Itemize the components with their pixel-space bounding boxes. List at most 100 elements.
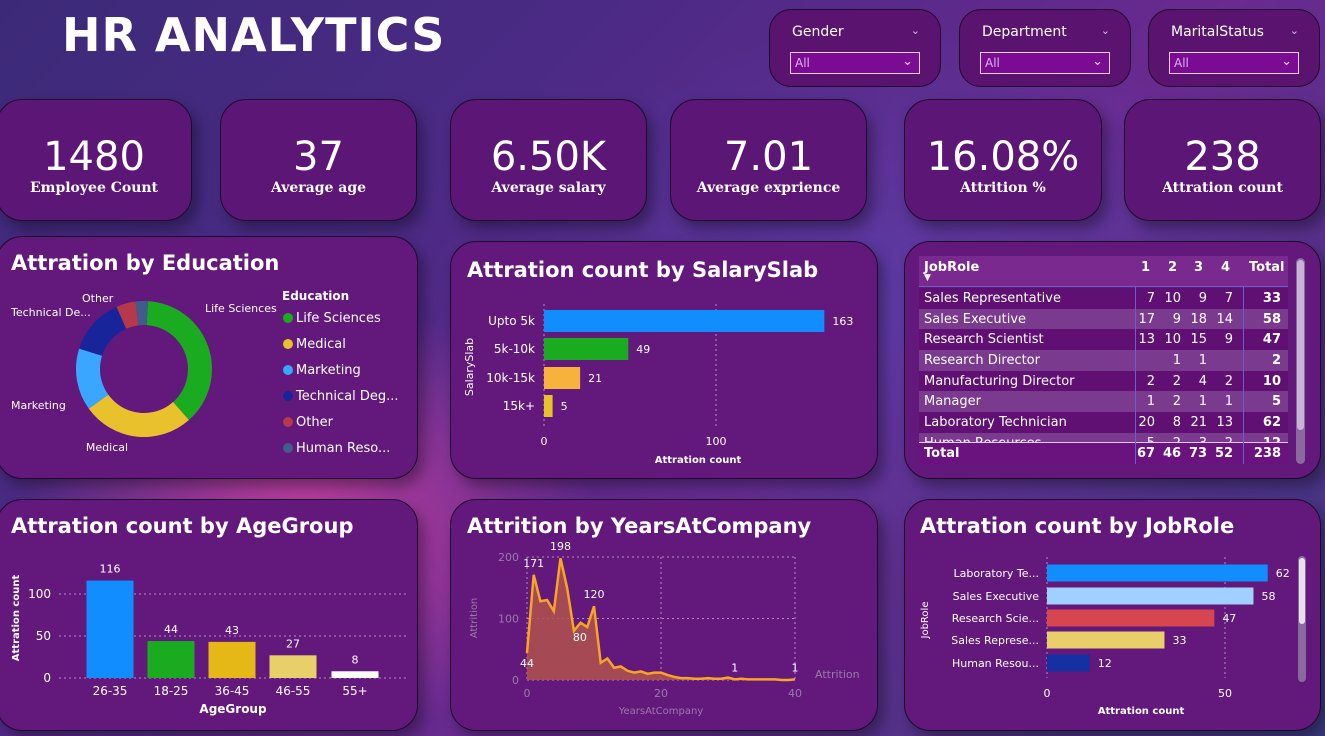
table-cell: 18 [1190,311,1207,327]
data-label: 8 [352,653,359,666]
gender-select[interactable]: All ⌄ [790,52,920,74]
category-label: 46-55 [276,684,311,698]
category-label: 26-35 [93,684,128,698]
table-row[interactable]: Laboratory Technician 20 8 21 13 62 [919,412,1288,433]
data-label: 62 [1276,567,1290,580]
data-label: 12 [1098,657,1112,670]
data-label: 163 [832,315,853,328]
data-label: 116 [100,563,121,576]
slice-label: Medical [86,441,128,454]
kpi-average-experience: 7.01 Average exprience [670,99,867,221]
kpi-label: Attration count [1162,180,1283,196]
chevron-down-icon[interactable]: ⌄ [1290,24,1299,37]
total-cell: 52 [1215,446,1234,461]
column-header[interactable]: 3 [1194,260,1203,275]
gender-slicer[interactable]: Gender ⌄ All ⌄ [769,9,941,87]
bar [1047,609,1215,627]
x-tick-label: 20 [654,687,668,700]
table-row[interactable]: Manager 1 2 1 1 5 [919,391,1288,413]
column-header[interactable]: 4 [1221,260,1230,275]
legend-item[interactable]: Life Sciences [283,311,381,326]
data-label: 21 [588,372,602,385]
table-cell: 10 [1164,332,1181,348]
bar [1047,564,1268,582]
table-cell: 7 [1146,291,1155,306]
marital-status-select-value: All [1174,56,1189,70]
slice-label: Marketing [11,399,66,412]
chevron-down-icon[interactable]: ⌄ [1101,24,1110,37]
table-cell: Sales Executive [924,311,1027,327]
legend-label: Medical [296,337,346,352]
marital-status-slicer[interactable]: MaritalStatus ⌄ All ⌄ [1148,9,1320,87]
y-axis-title: JobRole [920,602,931,640]
legend-dot-icon [283,391,293,401]
column-header[interactable]: JobRole [924,260,979,275]
data-label: 171 [523,557,544,570]
kpi-value: 6.50K [490,134,607,180]
department-slicer-label: Department [982,24,1067,40]
table-row[interactable]: Sales Executive 17 9 18 14 58 [919,308,1288,330]
bar [208,641,256,678]
data-label: 1 [731,661,738,674]
x-axis-title: Attration count [655,455,742,466]
department-select[interactable]: All ⌄ [980,52,1110,74]
kpi-value: 1480 [43,134,145,180]
kpi-label: Attrition % [960,180,1046,196]
category-label: 5k-10k [494,342,535,356]
column-header[interactable]: Total [1249,260,1285,275]
x-axis-title: AgeGroup [199,702,267,716]
data-label: 47 [1222,612,1236,625]
legend-item[interactable]: Marketing [283,363,361,378]
bar [544,338,629,360]
legend-item[interactable]: Other [283,415,333,430]
legend-item[interactable]: Human Reso... [283,441,390,456]
legend-label: Attrition [815,668,860,681]
table-scrollbar-thumb[interactable] [1297,260,1304,430]
dashboard-title: HR ANALYTICS [62,8,446,62]
table-cell: 7 [1224,291,1233,306]
table-row[interactable]: Research Director 1 1 2 [919,350,1288,371]
table-header: JobRole ▼ 1 2 3 4 Total [919,256,1288,287]
data-label: 58 [1261,590,1275,603]
data-label: 49 [636,343,650,356]
table-scrollbar[interactable] [1296,258,1305,464]
table-row[interactable]: Sales Representative 7 10 9 7 33 [919,288,1288,309]
category-label: Research Scie... [952,612,1039,625]
legend-item[interactable]: Medical [283,337,346,352]
sort-down-icon[interactable]: ▼ [924,273,931,283]
agegroup-bar-chart: 0 50 100 116 26-35 44 18-25 43 36-45 27 46-55 8 55+ A… [11,563,407,716]
category-label: Sales Executive [953,590,1040,603]
table-cell: Research Scientist [924,332,1044,348]
table-row[interactable]: Manufacturing Director 2 2 4 2 10 [919,370,1288,392]
table-cell: Manager [924,394,981,410]
x-tick-label: 40 [788,687,802,700]
department-slicer[interactable]: Department ⌄ All ⌄ [959,9,1131,87]
column-header[interactable]: 2 [1168,260,1177,275]
table-cell: 2 [1172,394,1181,410]
bar [269,655,317,678]
y-axis-title: Attration count [11,575,22,662]
table-cell: 2 [1146,373,1155,389]
bar [544,395,553,417]
table-cell: 1 [1198,394,1207,410]
data-label: 43 [225,624,239,637]
kpi-average-salary: 6.50K Average salary [450,99,647,221]
table-cell: 21 [1190,415,1207,431]
data-label: 1 [792,661,799,674]
bar [1047,631,1165,649]
agegroup-chart-panel: Attration count by AgeGroup 0 50 100 116 26-… [0,499,418,731]
chart-scrollbar[interactable] [1298,556,1306,682]
marital-status-select[interactable]: All ⌄ [1169,52,1299,74]
category-label: Human Resou... [952,657,1039,670]
y-tick-label: 50 [36,629,51,643]
table-row[interactable]: Human Resources523212 [919,432,1288,442]
chart-scrollbar-thumb[interactable] [1299,558,1305,624]
column-header[interactable]: 1 [1141,260,1150,275]
category-label: Upto 5k [488,314,535,328]
table-cell: Research Director [924,353,1040,369]
table-row[interactable]: Research Scientist 13 10 15 9 47 [919,329,1288,351]
legend-item[interactable]: Technical Deg... [283,389,398,404]
kpi-value: 7.01 [723,134,814,180]
chevron-down-icon[interactable]: ⌄ [911,24,920,37]
education-donut-panel: Attration by Education Life Sciences Medi… [0,236,418,479]
